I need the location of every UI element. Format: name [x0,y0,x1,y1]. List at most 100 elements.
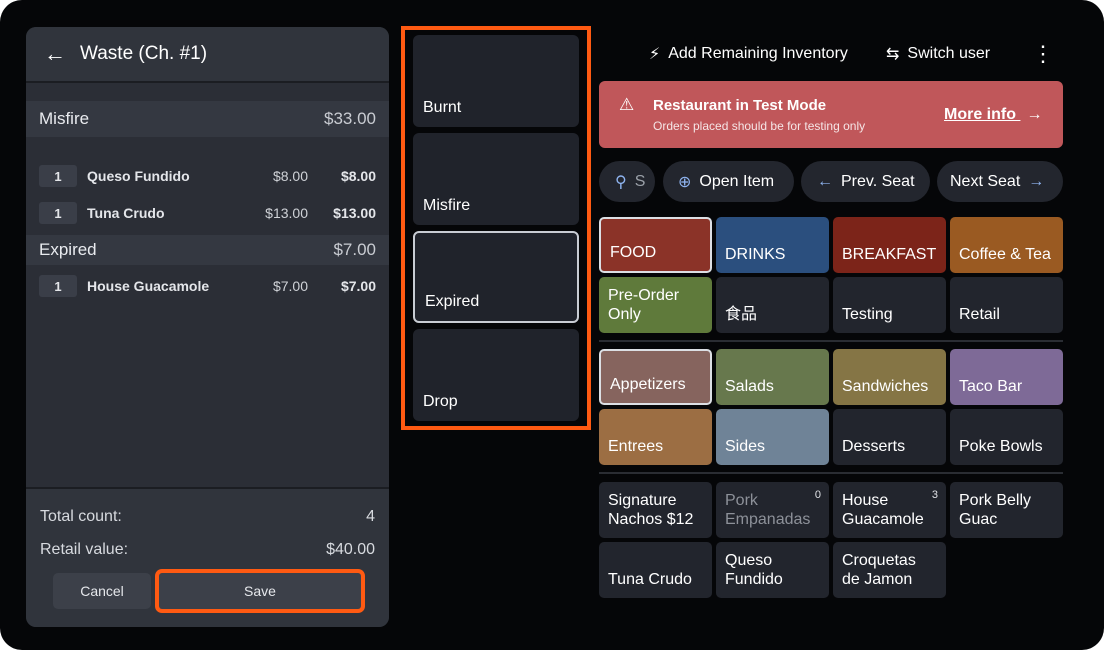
product-queso-fundido[interactable]: Queso Fundido [716,542,829,598]
tile-label: Sides [725,438,766,455]
category-entrees[interactable]: Entrees [599,409,712,465]
product-signature-nachos[interactable]: Signature Nachos $12 [599,482,712,538]
product-croquetas-de-jamon[interactable]: Croquetas de Jamon [833,542,946,598]
waste-item-row[interactable]: 1 Queso Fundido $8.00 $8.00 [39,164,376,188]
plus-circle-icon: ⊕ [678,173,692,191]
reason-drop[interactable]: Drop [413,329,579,421]
search-icon: ⚲ [615,173,627,191]
tile-label: Poke Bowls [959,438,1043,455]
total-count-value: 4 [366,508,375,525]
menu-group-breakfast[interactable]: BREAKFAST [833,217,946,273]
arrow-right-icon: → [1026,106,1043,123]
tile-label: Salads [725,378,774,395]
tile-label: Sandwiches [842,378,929,395]
section-divider [599,340,1063,342]
waste-item-row[interactable]: 1 Tuna Crudo $13.00 $13.00 [39,201,376,225]
product-house-guacamole[interactable]: 3 House Guacamole [833,482,946,538]
more-menu-icon[interactable]: ⋮ [1032,40,1054,68]
waste-title: Waste (Ch. #1) [80,43,208,64]
open-item-label: Open Item [699,172,775,190]
waste-category-misfire[interactable]: Misfire $33.00 [26,101,389,137]
category-desserts[interactable]: Desserts [833,409,946,465]
category-name: Misfire [39,109,90,128]
retail-value-label: Retail value: [40,541,129,558]
prev-seat-label: Prev. Seat [841,172,915,190]
item-total: $8.00 [340,168,376,184]
waste-panel: ← Waste (Ch. #1) Misfire $33.00 1 Queso … [26,27,389,627]
waste-item-row[interactable]: 1 House Guacamole $7.00 $7.00 [39,274,376,298]
add-remaining-inventory-label: Add Remaining Inventory [668,45,848,62]
reason-expired[interactable]: Expired [413,231,579,323]
lightning-icon: ⚡︎ [649,46,661,63]
tile-label: BREAKFAST [842,246,937,263]
item-price: $7.00 [272,278,308,294]
product-pork-empanadas[interactable]: 0 Pork Empanadas [716,482,829,538]
category-salads[interactable]: Salads [716,349,829,405]
waste-category-expired[interactable]: Expired $7.00 [26,235,389,265]
category-taco-bar[interactable]: Taco Bar [950,349,1063,405]
arrow-right-icon: → [1028,172,1045,190]
banner-title: Restaurant in Test Mode [653,97,827,114]
category-amount: $7.00 [333,240,376,259]
tile-label: FOOD [610,244,657,261]
menu-group-drinks[interactable]: DRINKS [716,217,829,273]
item-name: House Guacamole [87,278,210,294]
switch-user-button[interactable]: ⇆ Switch user [886,43,990,65]
retail-value-row: Retail value: $40.00 [40,541,375,559]
product-pork-belly-guac[interactable]: Pork Belly Guac [950,482,1063,538]
menu-group-coffee-tea[interactable]: Coffee & Tea [950,217,1063,273]
arrow-left-icon: ← [817,172,833,190]
tile-label: Taco Bar [959,378,1023,395]
menu-group-food[interactable]: FOOD [599,217,712,273]
add-remaining-inventory-button[interactable]: ⚡︎ Add Remaining Inventory [649,43,848,65]
item-price: $13.00 [265,205,308,221]
tile-label: Pork Belly Guac [959,492,1032,528]
category-poke-bowls[interactable]: Poke Bowls [950,409,1063,465]
tile-label: Pork Empanadas [725,492,811,528]
warning-icon: ⚠ [619,95,635,114]
tile-label: Tuna Crudo [608,571,692,588]
product-tuna-crudo[interactable]: Tuna Crudo [599,542,712,598]
menu-group-testing[interactable]: Testing [833,277,946,333]
total-count-label: Total count: [40,508,122,525]
more-info-link[interactable]: More info → [944,106,1042,124]
cancel-button[interactable]: Cancel [53,573,151,609]
category-name: Expired [39,240,97,259]
tile-label: Appetizers [610,376,686,393]
item-qty[interactable]: 1 [39,202,77,224]
item-qty[interactable]: 1 [39,165,77,187]
tile-label: Coffee & Tea [959,246,1051,263]
prev-seat-button[interactable]: ← Prev. Seat [801,161,930,202]
tile-label: Testing [842,306,893,323]
menu-group-retail[interactable]: Retail [950,277,1063,333]
menu-group-pre-order[interactable]: Pre-Order Only [599,277,712,333]
open-item-button[interactable]: ⊕ Open Item [663,161,794,202]
category-sides[interactable]: Sides [716,409,829,465]
reason-misfire[interactable]: Misfire [413,133,579,225]
category-amount: $33.00 [324,109,376,128]
more-info-label: More info [944,106,1016,123]
tile-label: Signature Nachos $12 [608,492,694,528]
category-appetizers[interactable]: Appetizers [599,349,712,405]
stock-count-badge: 0 [814,489,821,501]
next-seat-button[interactable]: Next Seat → [937,161,1063,202]
tile-label: 食品 [725,306,758,323]
save-button[interactable]: Save [159,573,361,609]
search-button[interactable]: ⚲ S [599,161,655,202]
menu-group-food-chinese[interactable]: 食品 [716,277,829,333]
category-sandwiches[interactable]: Sandwiches [833,349,946,405]
swap-icon: ⇆ [886,46,900,63]
search-letter: S [634,172,646,190]
item-qty[interactable]: 1 [39,275,77,297]
back-arrow-icon[interactable]: ← [44,41,72,67]
tile-label: Retail [959,306,1000,323]
stock-count-badge: 3 [931,489,938,501]
reason-burnt[interactable]: Burnt [413,35,579,127]
waste-footer: Total count: 4 Retail value: $40.00 Canc… [26,487,389,627]
tile-label: Entrees [608,438,664,455]
app-frame: ← Waste (Ch. #1) Misfire $33.00 1 Queso … [0,0,1104,650]
tile-label: DRINKS [725,246,786,263]
tile-label: Pre-Order Only [608,287,680,323]
item-total: $7.00 [340,278,376,294]
tile-label: Desserts [842,438,906,455]
